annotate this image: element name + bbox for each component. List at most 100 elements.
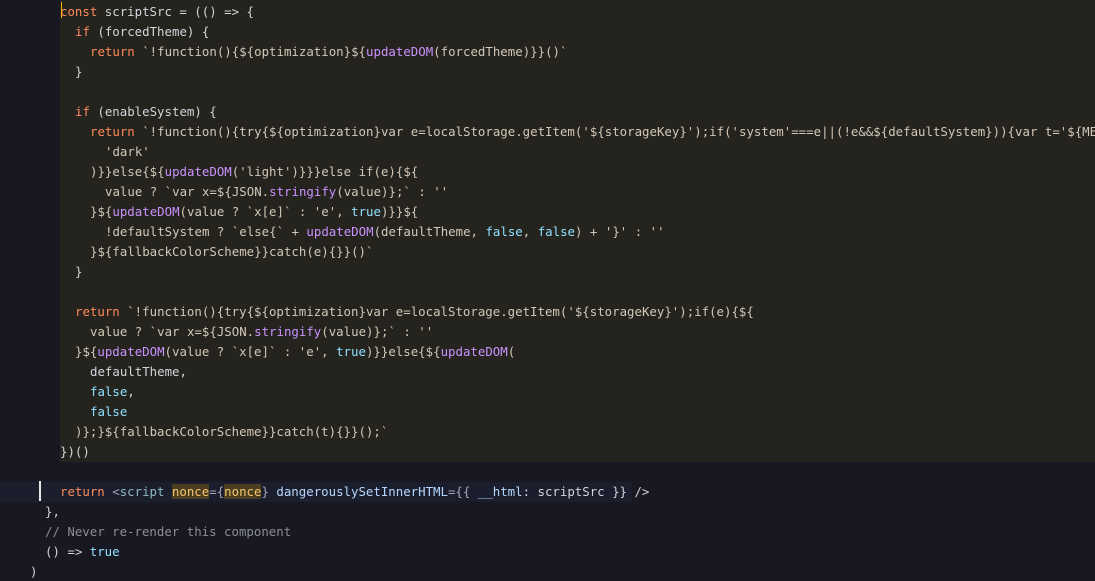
code-token: __html [477, 484, 523, 499]
code-token: return [90, 44, 135, 59]
code-line-content: value ? `var x=${JSON.stringify(value)};… [105, 182, 448, 202]
code-line-content: })() [60, 442, 90, 462]
code-token: (value ? `x[e]` : 'e', [179, 204, 352, 219]
code-token: }, [45, 504, 60, 519]
code-line-current[interactable]: return <script nonce={nonce} dangerously… [0, 482, 649, 502]
code-token: }${ [75, 344, 98, 359]
code-line-content: )};}${fallbackColorScheme}}catch(t){}}()… [75, 422, 388, 442]
code-line[interactable]: return `!function(){try{${optimization}v… [0, 122, 1095, 142]
code-token: true [89, 544, 120, 559]
code-line-content: }${updateDOM(value ? `x[e]` : 'e', true)… [75, 342, 515, 362]
code-line-content: }, [45, 502, 60, 522]
code-line[interactable]: }${updateDOM(value ? `x[e]` : 'e', true)… [0, 202, 1095, 222]
code-token: false [537, 224, 576, 239]
code-token: (value)};` : '' [336, 184, 449, 199]
code-editor[interactable]: const scriptSrc = (() => {if (forcedThem… [0, 0, 1095, 581]
code-line-content: 'dark' [105, 142, 150, 162]
code-token: (forcedTheme) { [89, 24, 210, 39]
code-line-content: }${updateDOM(value ? `x[e]` : 'e', true)… [90, 202, 418, 222]
code-line-content: // Never re-render this component [45, 522, 291, 542]
code-line[interactable]: () => true [0, 542, 1095, 562]
code-line-content: return `!function(){${optimization}${upd… [90, 42, 567, 62]
code-token: true [336, 344, 366, 359]
code-token: updateDOM [97, 344, 165, 359]
code-token: } [261, 484, 277, 499]
code-line[interactable]: value ? `var x=${JSON.stringify(value)};… [0, 182, 1095, 202]
code-line[interactable] [0, 462, 1095, 482]
code-token: updateDOM [440, 344, 508, 359]
code-line-content: }${fallbackColorScheme}}catch(e){}}()` [90, 242, 373, 262]
code-token: if [75, 24, 90, 39]
code-line-content: defaultTheme, [90, 362, 187, 382]
code-token: ( [507, 344, 516, 359]
code-token: ={{ [447, 484, 478, 499]
code-line-content: false, [90, 382, 135, 402]
code-line[interactable]: value ? `var x=${JSON.stringify(value)};… [0, 322, 1095, 342]
code-line[interactable]: )}}else{${updateDOM('light')}}}else if(e… [0, 162, 1095, 182]
code-line-content: value ? `var x=${JSON.stringify(value)};… [90, 322, 433, 342]
text-cursor [39, 481, 41, 501]
code-token: 'dark' [105, 144, 150, 159]
code-line[interactable]: ) [0, 562, 1095, 581]
code-line-content: const scriptSrc = (() => { [60, 2, 254, 22]
code-token: script [119, 484, 165, 499]
code-token: (forcedTheme)}}()` [433, 44, 568, 59]
code-token: dangerouslySetInnerHTML [276, 484, 448, 499]
code-line[interactable]: } [0, 262, 1095, 282]
code-line[interactable]: defaultTheme, [0, 362, 1095, 382]
code-token: } [75, 64, 83, 79]
code-line[interactable]: })() [0, 442, 1095, 462]
code-line[interactable]: if (enableSystem) { [0, 102, 1095, 122]
code-token: }${ [90, 204, 113, 219]
code-line[interactable]: 'dark' [0, 142, 1095, 162]
code-line[interactable]: return `!function(){try{${optimization}v… [0, 302, 1095, 322]
code-line[interactable] [0, 82, 1095, 102]
code-token: : scriptSrc }} /> [522, 484, 650, 499]
code-token: (value)};` : '' [321, 324, 434, 339]
code-line[interactable] [0, 282, 1095, 302]
code-line[interactable]: !defaultSystem ? `else{` + updateDOM(def… [0, 222, 1095, 242]
code-token: // Never re-render this component [45, 524, 292, 539]
code-line-content: !defaultSystem ? `else{` + updateDOM(def… [105, 222, 665, 242]
code-line[interactable]: }, [0, 502, 1095, 522]
code-line[interactable]: }${updateDOM(value ? `x[e]` : 'e', true)… [0, 342, 1095, 362]
code-line[interactable]: // Never re-render this component [0, 522, 1095, 542]
code-line[interactable]: if (forcedTheme) { [0, 22, 1095, 42]
code-line[interactable]: const scriptSrc = (() => { [0, 2, 1095, 22]
code-line[interactable]: false, [0, 382, 1095, 402]
code-token: } [75, 264, 83, 279]
code-token: () => [45, 544, 90, 559]
code-token: stringify [269, 184, 337, 199]
code-line-content: if (forcedTheme) { [75, 22, 209, 42]
code-line-content: )}}else{${updateDOM('light')}}}else if(e… [90, 162, 418, 182]
code-token: )}}else{${ [90, 164, 165, 179]
code-token: < [104, 484, 120, 499]
code-line-content: return `!function(){try{${optimization}v… [90, 122, 1095, 142]
code-token: updateDOM [306, 224, 374, 239]
code-token: (enableSystem) { [89, 104, 217, 119]
code-token: nonce [224, 484, 262, 499]
code-token: (value ? `x[e]` : 'e', [164, 344, 337, 359]
code-token: if [75, 104, 90, 119]
code-line-content: false [90, 402, 127, 422]
code-token: , [522, 224, 538, 239]
code-line[interactable]: }${fallbackColorScheme}}catch(e){}}()` [0, 242, 1095, 262]
code-token: nonce [171, 484, 210, 499]
code-token: `!function(){try{${optimization}var e=lo… [119, 304, 754, 319]
code-line[interactable]: )};}${fallbackColorScheme}}catch(t){}}()… [0, 422, 1095, 442]
code-token: )};}${fallbackColorScheme}}catch(t){}}()… [75, 424, 389, 439]
code-token: `!function(){${optimization}${ [134, 44, 367, 59]
bracket-match-marker [61, 2, 62, 18]
code-line[interactable]: } [0, 62, 1095, 82]
code-line-content: return `!function(){try{${optimization}v… [75, 302, 754, 322]
code-token: false [90, 384, 128, 399]
code-line-content: return <script nonce={nonce} dangerously… [60, 482, 649, 502]
code-line[interactable]: return `!function(){${optimization}${upd… [0, 42, 1095, 62]
code-token: ={ [209, 484, 225, 499]
code-line[interactable]: false [0, 402, 1095, 422]
code-token: ) + '}' : '' [575, 224, 665, 239]
code-token: updateDOM [164, 164, 232, 179]
code-token: stringify [254, 324, 322, 339]
code-token: )}}${ [380, 204, 419, 219]
code-token: return [90, 124, 135, 139]
